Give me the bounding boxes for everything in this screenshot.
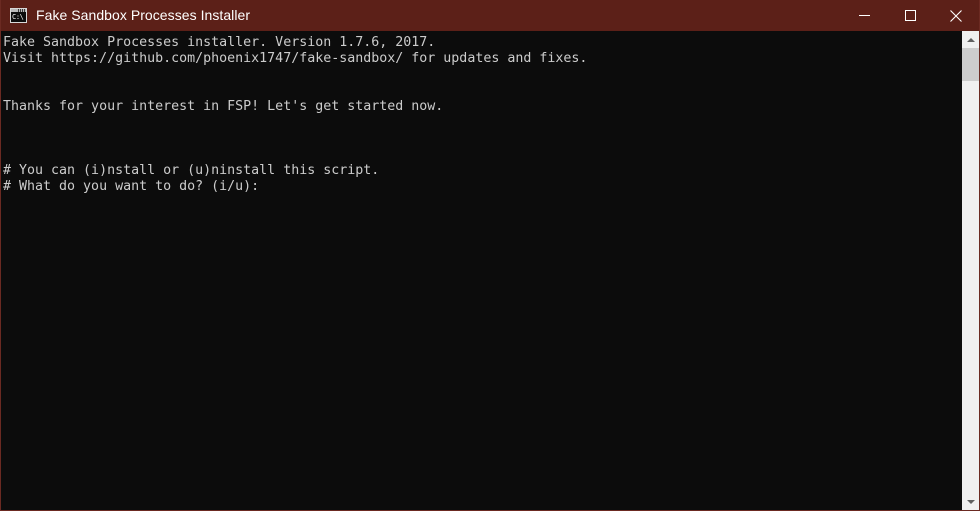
cmd-console-icon: C:\. [10,8,27,23]
icon-prompt-text: C:\. [12,13,25,21]
window-titlebar[interactable]: C:\. Fake Sandbox Processes Installer [1,0,979,31]
window-body: Fake Sandbox Processes installer. Versio… [1,31,979,510]
scroll-down-button[interactable] [962,493,979,510]
console-line: # You can (i)nstall or (u)ninstall this … [3,163,380,178]
console-line: Thanks for your interest in FSP! Let's g… [3,99,444,114]
window-controls [841,0,979,31]
console-line: # What do you want to do? (i/u): [3,179,260,194]
scrollbar-thumb[interactable] [962,48,979,81]
console-line: Fake Sandbox Processes installer. Versio… [3,35,436,50]
window-title: Fake Sandbox Processes Installer [36,7,251,23]
chevron-down-icon [966,499,975,504]
maximize-button[interactable] [887,0,933,31]
console-line: Visit https://github.com/phoenix1747/fak… [3,51,588,66]
scrollbar-track[interactable] [962,48,979,493]
console-output[interactable]: Fake Sandbox Processes installer. Versio… [1,31,961,510]
scroll-up-button[interactable] [962,31,979,48]
minimize-button[interactable] [841,0,887,31]
close-button[interactable] [933,0,979,31]
installer-window: C:\. Fake Sandbox Processes Installer F [0,0,980,511]
vertical-scrollbar[interactable] [961,31,979,510]
chevron-up-icon [966,37,975,42]
